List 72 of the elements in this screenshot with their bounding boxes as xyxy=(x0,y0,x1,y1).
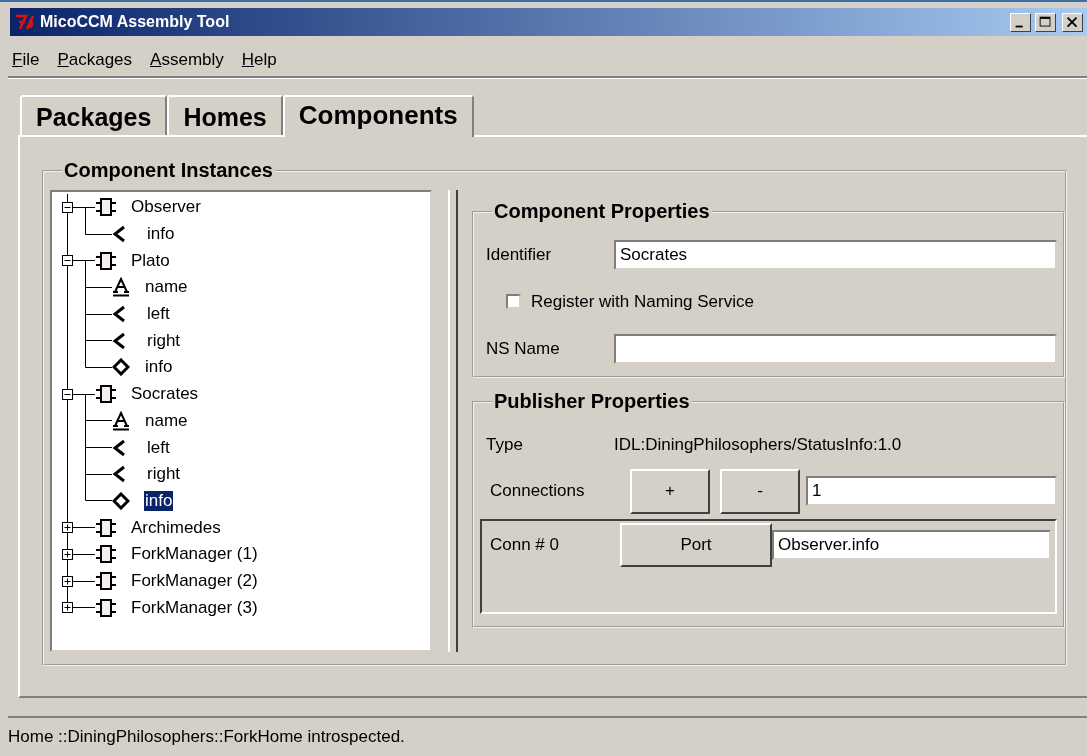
type-value: IDL:DiningPhilosophers/StatusInfo:1.0 xyxy=(614,435,902,455)
tab[interactable]: Components xyxy=(282,95,474,137)
component-icon xyxy=(95,518,117,537)
tree-item[interactable]: ForkManager (2) xyxy=(130,570,259,591)
tree-item[interactable]: ForkManager (1) xyxy=(130,544,259,565)
tree-item[interactable]: Observer xyxy=(130,197,202,218)
receptacle-icon xyxy=(112,438,126,457)
tree-item[interactable]: right xyxy=(146,330,182,351)
tree-item[interactable]: name xyxy=(144,410,189,431)
component-icon xyxy=(95,545,117,564)
connection-label: Conn # 0 xyxy=(489,535,560,555)
menu-item[interactable]: Help xyxy=(241,50,277,70)
tree-item[interactable]: info xyxy=(146,224,176,245)
ns-name-field[interactable] xyxy=(614,333,1057,364)
minimize-icon[interactable] xyxy=(1010,12,1031,32)
tree-item[interactable]: Archimedes xyxy=(130,517,222,538)
attribute-icon xyxy=(112,410,130,431)
identifier-field[interactable]: Socrates xyxy=(614,239,1057,270)
component-icon xyxy=(95,251,117,270)
remove-button[interactable]: - xyxy=(720,468,800,514)
expand-icon[interactable] xyxy=(62,522,73,534)
component-icon xyxy=(95,571,117,590)
diamond-icon xyxy=(112,491,130,510)
tab[interactable]: Packages xyxy=(20,95,168,135)
collapse-icon[interactable] xyxy=(62,388,73,400)
tree-item[interactable]: info xyxy=(144,490,174,511)
tree-item[interactable]: Socrates xyxy=(130,384,200,405)
group-title: Component Instances xyxy=(63,159,274,182)
tab[interactable]: Homes xyxy=(167,95,283,135)
field-label: NS Name xyxy=(485,338,561,359)
tree-lines xyxy=(67,540,95,568)
port-field[interactable]: Observer.info xyxy=(772,530,1051,560)
receptacle-icon xyxy=(112,465,126,484)
tree-item[interactable]: info xyxy=(144,357,174,378)
tree-item[interactable]: Plato xyxy=(130,250,171,271)
menu-item[interactable]: Packages xyxy=(57,50,133,70)
splitter[interactable] xyxy=(448,190,458,652)
group-title: Component Properties xyxy=(493,200,711,223)
field-label: Identifier xyxy=(485,244,553,265)
app-logo-icon xyxy=(14,13,36,31)
menu-item[interactable]: File xyxy=(12,50,40,70)
tree-item[interactable]: ForkManager (3) xyxy=(130,597,259,618)
expand-icon[interactable] xyxy=(62,548,73,560)
port-button[interactable]: Port xyxy=(620,523,772,567)
close-icon[interactable] xyxy=(1062,12,1083,32)
menu-item[interactable]: Assembly xyxy=(150,50,224,70)
component-icon xyxy=(95,385,117,404)
component-icon xyxy=(95,198,117,217)
add-button[interactable]: + xyxy=(630,468,710,514)
expand-icon[interactable] xyxy=(62,575,73,587)
collapse-icon[interactable] xyxy=(62,202,73,213)
maximize-icon[interactable] xyxy=(1035,12,1056,32)
tree-item[interactable]: right xyxy=(146,464,182,485)
collapse-icon[interactable] xyxy=(62,255,73,267)
receptacle-icon xyxy=(112,225,126,244)
receptacle-icon xyxy=(112,305,126,324)
tree-item[interactable]: left xyxy=(146,437,171,458)
expand-icon[interactable] xyxy=(62,602,73,614)
field-label: Type xyxy=(485,435,524,455)
window-title: MicoCCM Assembly Tool xyxy=(40,13,231,31)
attribute-icon xyxy=(112,277,130,298)
tree-item[interactable]: name xyxy=(144,277,189,298)
group-title: Publisher Properties xyxy=(493,390,691,413)
receptacle-icon xyxy=(112,331,126,350)
diamond-icon xyxy=(112,358,130,377)
tree-item[interactable]: left xyxy=(146,304,171,325)
checkbox-label: Register with Naming Service xyxy=(531,291,754,312)
component-icon xyxy=(95,598,117,617)
field-label: Connections xyxy=(489,481,586,501)
connections-field[interactable]: 1 xyxy=(806,476,1057,506)
checkbox[interactable] xyxy=(506,294,521,309)
status-text: Home ::DiningPhilosophers::ForkHome introspected. xyxy=(8,727,405,747)
